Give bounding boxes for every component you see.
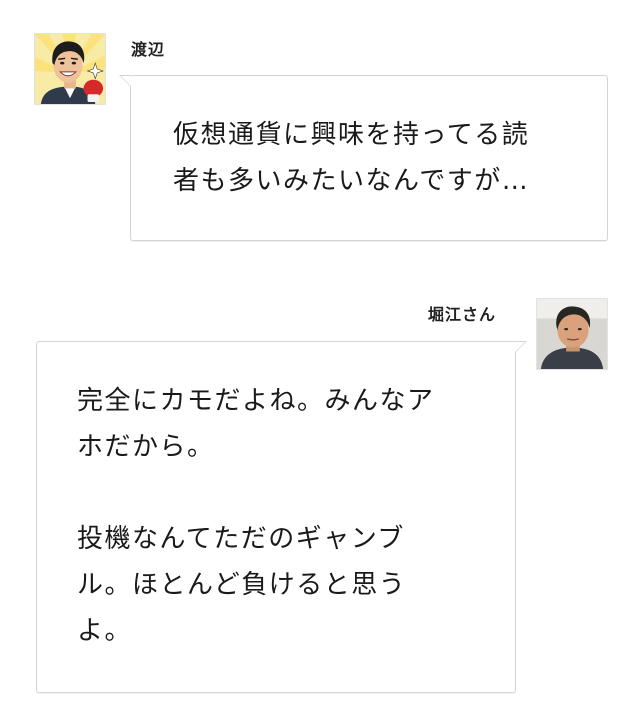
message-line: ル。ほとんど負けると思う — [77, 570, 407, 600]
message-bubble-watanabe: 仮想通貨に興味を持ってる読 者も多いみたいなんですが… — [119, 75, 608, 241]
speaker-name-watanabe: 渡辺 — [131, 40, 166, 59]
illustrated-man-boxing-glove-icon — [35, 34, 105, 104]
message-bubble-horie: 完全にカモだよね。みんなア ホだから。 投機なんてただのギャンブ ル。ほとんど負… — [36, 341, 527, 693]
avatar-watanabe — [34, 33, 106, 105]
bubble-tail-fill — [121, 76, 131, 86]
message-line: 者も多いみたいなんですが… — [173, 166, 530, 196]
avatar-horie — [536, 298, 608, 370]
message-line: 完全にカモだよね。みんなア — [77, 386, 435, 416]
man-photo-icon — [537, 299, 607, 369]
speaker-name-horie: 堀江さん — [428, 305, 497, 324]
message-line: ホだから。 — [77, 432, 215, 462]
message-line: 投機なんてただのギャンブ — [77, 524, 405, 554]
message-line: 仮想通貨に興味を持ってる読 — [173, 120, 530, 150]
message-line: よ。 — [77, 616, 133, 646]
bubble-tail-fill — [515, 342, 525, 352]
